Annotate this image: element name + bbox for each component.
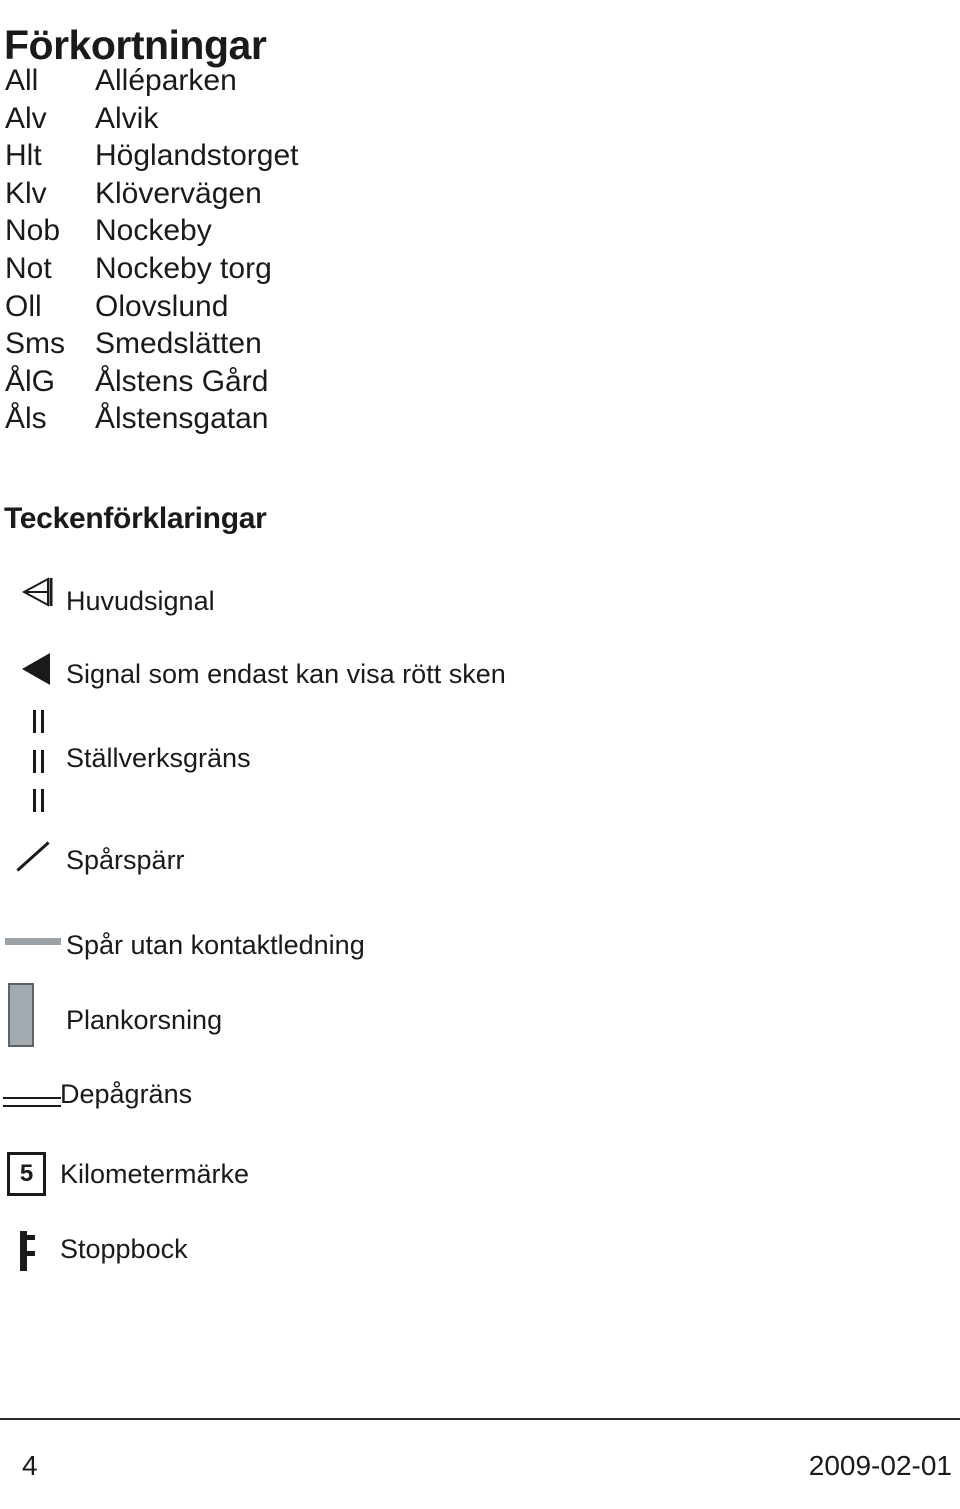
- abbreviation-row: Alv Alvik: [0, 100, 700, 138]
- page-title: Förkortningar: [4, 22, 267, 69]
- legend-item-kilometre-marker: 5 Kilometermärke: [0, 1152, 500, 1204]
- main-signal-icon: [21, 577, 56, 607]
- legend-item-track-without-catenary: Spår utan kontaktledning: [0, 922, 700, 968]
- footer-divider: [0, 1418, 960, 1420]
- abbreviation-name: Smedslätten: [95, 327, 262, 361]
- abbreviation-code: All: [5, 64, 39, 97]
- abbreviation-name: Ålstensgatan: [95, 402, 269, 436]
- abbreviation-code: ÅlG: [5, 364, 56, 398]
- kilometre-marker-icon: 5: [7, 1152, 46, 1196]
- abbreviations-list: All Alléparken Alv Alvik Hlt Höglandstor…: [0, 62, 700, 438]
- depot-limit-icon: [3, 1097, 61, 1108]
- abbreviation-code: Klv: [5, 176, 47, 210]
- legend-item-depot-limit: Depågräns: [0, 1073, 500, 1121]
- abbreviation-code: Oll: [5, 289, 42, 323]
- abbreviation-name: Ålstens Gård: [95, 364, 269, 398]
- abbreviation-row: Not Nockeby torg: [0, 250, 700, 288]
- abbreviation-name: Nockeby torg: [95, 251, 272, 285]
- legend-title: Teckenförklaringar: [4, 501, 267, 535]
- red-only-signal-icon: [22, 653, 50, 685]
- abbreviation-row: ÅlG Ålstens Gård: [0, 363, 700, 401]
- abbreviation-code: Hlt: [5, 139, 42, 173]
- page-footer: 4 2009-02-01: [0, 1452, 960, 1502]
- track-without-catenary-icon: [5, 938, 61, 945]
- abbreviation-code: Åls: [5, 402, 47, 436]
- abbreviation-code: Nob: [5, 214, 61, 248]
- legend-label: Spårspärr: [66, 845, 185, 875]
- abbreviation-name: Alvik: [95, 101, 159, 135]
- legend-item-buffer-stop: Stoppbock: [0, 1228, 500, 1280]
- abbreviation-code: Not: [5, 251, 52, 285]
- abbreviation-code: Sms: [5, 327, 65, 361]
- legend-label: Stoppbock: [60, 1234, 188, 1264]
- abbreviation-row: Hlt Höglandstorget: [0, 137, 700, 175]
- abbreviation-row: Åls Ålstensgatan: [0, 400, 700, 438]
- legend-label: Spår utan kontaktledning: [66, 930, 365, 960]
- buffer-stop-icon: [20, 1231, 42, 1271]
- legend-label: Signal som endast kan visa rött sken: [66, 659, 506, 689]
- abbreviation-row: Klv Klövervägen: [0, 175, 700, 213]
- abbreviation-name: Höglandstorget: [95, 139, 299, 173]
- legend-label: Depågräns: [60, 1079, 193, 1109]
- abbreviation-code: Alv: [5, 101, 47, 135]
- abbreviation-row: Sms Smedslätten: [0, 325, 700, 363]
- document-date: 2009-02-01: [808, 1450, 952, 1481]
- legend-item-red-only-signal: Signal som endast kan visa rött sken: [0, 650, 700, 698]
- legend-label: Huvudsignal: [66, 586, 215, 616]
- legend-label: Ställverksgräns: [66, 743, 251, 773]
- legend-label: Plankorsning: [66, 1005, 223, 1035]
- abbreviation-row: Oll Olovslund: [0, 288, 700, 326]
- legend-item-main-signal: Huvudsignal: [0, 575, 500, 623]
- abbreviation-row: Nob Nockeby: [0, 212, 700, 250]
- legend-item-interlocking-limit: Ställverksgräns: [0, 705, 500, 820]
- derailer-icon: [14, 839, 50, 875]
- legend-item-derailer: Spårspärr: [0, 835, 500, 885]
- abbreviation-name: Olovslund: [95, 289, 229, 323]
- level-crossing-icon: [8, 983, 34, 1047]
- abbreviation-row: All Alléparken: [0, 62, 700, 100]
- legend-label: Kilometermärke: [60, 1159, 250, 1189]
- page-number: 4: [22, 1450, 38, 1481]
- legend-item-level-crossing: Plankorsning: [0, 983, 500, 1055]
- abbreviation-name: Klövervägen: [95, 176, 262, 210]
- interlocking-limit-icon: [32, 710, 48, 812]
- abbreviation-name: Nockeby: [95, 214, 212, 248]
- abbreviation-name: Alléparken: [95, 64, 237, 97]
